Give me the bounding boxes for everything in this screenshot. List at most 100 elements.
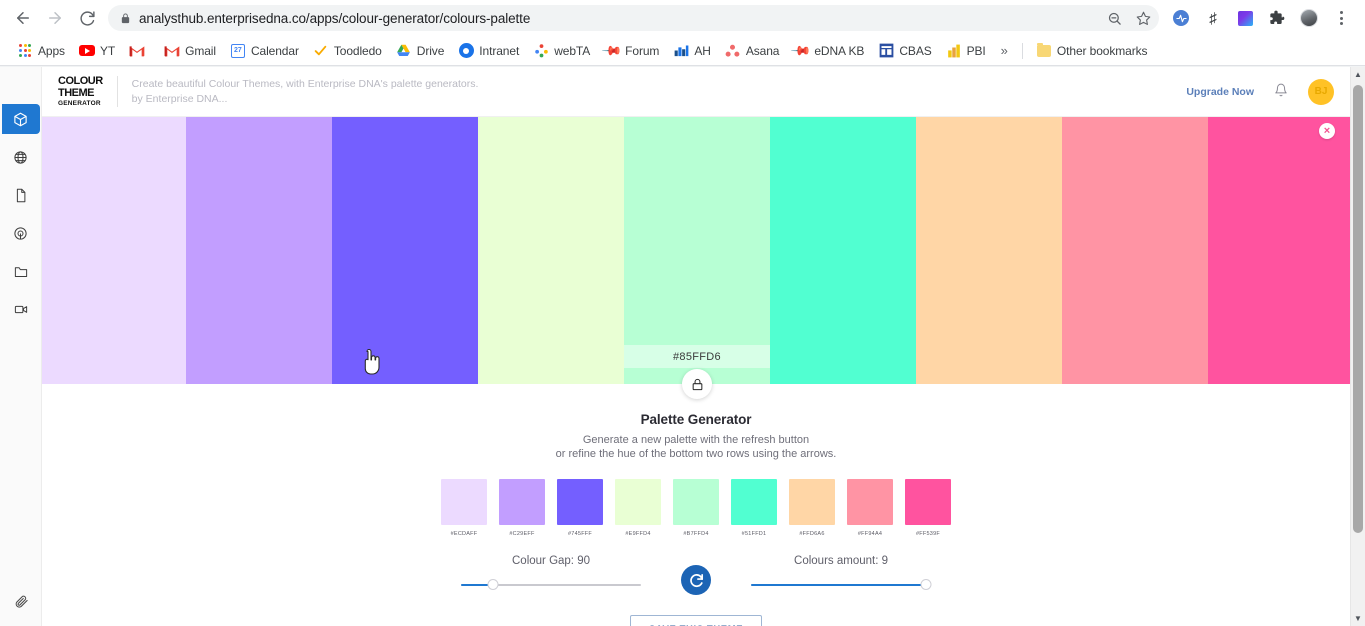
- bookmark-cbas[interactable]: CBAS: [871, 40, 938, 62]
- scroll-up-arrow[interactable]: ▲: [1351, 67, 1365, 82]
- bookmark-apps[interactable]: Apps: [10, 40, 72, 62]
- palette-band[interactable]: [478, 117, 624, 384]
- colour-gap-control: Colour Gap: 90: [451, 555, 651, 593]
- bookmark-gmail-1[interactable]: [122, 40, 157, 62]
- pin-icon: 📌: [790, 39, 813, 62]
- swatch-hex-label: #FFD6A6: [799, 531, 825, 538]
- colours-amount-slider[interactable]: [741, 577, 941, 593]
- logo-line-3: GENERATOR: [58, 99, 101, 107]
- puzzle-icon[interactable]: [1263, 4, 1291, 32]
- bookmark-label: eDNA KB: [814, 43, 865, 58]
- swatch[interactable]: #FF539F: [905, 479, 951, 537]
- swatch-chip[interactable]: [905, 479, 951, 526]
- palette-band[interactable]: [186, 117, 332, 384]
- palette-band[interactable]: [332, 117, 478, 384]
- avatar[interactable]: BJ: [1308, 78, 1334, 105]
- swatch-chip[interactable]: [847, 479, 893, 526]
- back-arrow-icon: [17, 12, 29, 24]
- slider-knob[interactable]: [920, 579, 932, 591]
- close-icon[interactable]: ×: [1319, 123, 1335, 139]
- other-bookmarks-button[interactable]: Other bookmarks: [1029, 40, 1155, 62]
- bookmark-pbi[interactable]: PBI: [939, 40, 993, 62]
- sidebar-attachment-button[interactable]: [0, 593, 42, 608]
- swatch-chip[interactable]: [731, 479, 777, 526]
- scrollbar-thumb[interactable]: [1353, 85, 1363, 533]
- back-button[interactable]: [8, 3, 38, 33]
- swatch[interactable]: #C29EFF: [499, 479, 545, 537]
- swatch-chip[interactable]: [673, 479, 719, 526]
- upgrade-now-button[interactable]: Upgrade Now: [1186, 86, 1254, 98]
- star-icon[interactable]: [1136, 11, 1151, 26]
- refresh-button[interactable]: [681, 565, 711, 596]
- palette-band[interactable]: ×: [1208, 117, 1350, 384]
- generator-controls: Colour Gap: 90 Colours amount: 9: [42, 555, 1350, 596]
- scroll-down-arrow[interactable]: ▼: [1351, 611, 1365, 626]
- swatch-chip[interactable]: [615, 479, 661, 526]
- globe-icon: [14, 150, 27, 164]
- sidebar-item-video[interactable]: [3, 294, 39, 324]
- sidebar-item-folder[interactable]: [3, 256, 39, 286]
- address-bar[interactable]: analysthub.enterprisedna.co/apps/colour-…: [108, 5, 1159, 31]
- forward-button[interactable]: [40, 3, 70, 33]
- sidebar-item-globe[interactable]: [3, 142, 39, 172]
- palette-band[interactable]: [1062, 117, 1208, 384]
- app-logo[interactable]: COLOUR THEME GENERATOR: [58, 75, 118, 108]
- bookmark-asana[interactable]: Asana: [718, 40, 787, 62]
- generator-subtitle-line-2: or refine the hue of the bottom two rows…: [555, 448, 837, 461]
- profile-avatar-icon[interactable]: [1295, 4, 1323, 32]
- bookmark-drive[interactable]: Drive: [389, 40, 452, 62]
- extension-blue-icon[interactable]: [1167, 4, 1195, 32]
- drive-icon: [396, 43, 412, 59]
- bookmark-toodledo[interactable]: Toodledo: [306, 40, 389, 62]
- swatch-chip[interactable]: [789, 479, 835, 526]
- swatch-row: #ECDAFF #C29EFF #745FFF #E9FFD4 #B7FFD4 …: [42, 479, 1350, 537]
- tagline-line-1: Create beautiful Colour Themes, with Ent…: [131, 78, 479, 91]
- swatch-chip[interactable]: [441, 479, 487, 526]
- bookmark-label: CBAS: [899, 43, 932, 58]
- colour-gap-label: Colour Gap: 90: [512, 555, 590, 568]
- bookmark-ah[interactable]: AH: [666, 40, 717, 62]
- reload-button[interactable]: [72, 3, 102, 33]
- palette-band[interactable]: [916, 117, 1062, 384]
- zoom-out-icon[interactable]: [1107, 11, 1122, 26]
- lock-button[interactable]: [682, 369, 712, 399]
- swatch[interactable]: #745FFF: [557, 479, 603, 537]
- sidebar-item-target[interactable]: [3, 218, 39, 248]
- swatch[interactable]: #51FFD1: [731, 479, 777, 537]
- bookmarks-overflow-button[interactable]: »: [993, 43, 1016, 58]
- kebab-menu-icon[interactable]: [1327, 4, 1355, 32]
- sidebar-item-document[interactable]: [3, 180, 39, 210]
- page-scrollbar[interactable]: ▲ ▼: [1350, 67, 1365, 626]
- gmail-icon: [129, 43, 145, 59]
- bookmark-gmail-2[interactable]: Gmail: [157, 40, 223, 62]
- extension-gradient-icon[interactable]: [1231, 4, 1259, 32]
- swatch[interactable]: #B7FFD4: [673, 479, 719, 537]
- palette-band-hovered[interactable]: #85FFD6: [624, 117, 770, 399]
- palette-band[interactable]: [42, 117, 186, 384]
- swatch[interactable]: #E9FFD4: [615, 479, 661, 537]
- bookmark-edna-kb[interactable]: 📌 eDNA KB: [786, 39, 871, 62]
- address-bar-url: analysthub.enterprisedna.co/apps/colour-…: [139, 10, 531, 26]
- palette-band[interactable]: [770, 117, 916, 384]
- palette-generator-panel: Palette Generator Generate a new palette…: [42, 384, 1350, 626]
- bookmark-forum[interactable]: 📌 Forum: [597, 39, 666, 61]
- swatch[interactable]: #FF94A4: [847, 479, 893, 537]
- bookmark-yt[interactable]: YT: [72, 40, 122, 62]
- checkmark-icon: [313, 43, 329, 59]
- sidebar-item-cube[interactable]: [1, 104, 40, 134]
- swatch-chip[interactable]: [499, 479, 545, 526]
- page-viewport: COLOUR THEME GENERATOR Create beautiful …: [0, 67, 1365, 626]
- bookmark-intranet[interactable]: Intranet: [451, 40, 526, 62]
- bookmark-label: Forum: [625, 43, 660, 58]
- app-header: COLOUR THEME GENERATOR Create beautiful …: [42, 67, 1350, 117]
- swatch-chip[interactable]: [557, 479, 603, 526]
- save-theme-button[interactable]: SAVE THIS THEME: [629, 615, 763, 626]
- swatch[interactable]: #FFD6A6: [789, 479, 835, 537]
- extension-flame-icon[interactable]: ♯: [1199, 4, 1227, 32]
- colour-gap-slider[interactable]: [451, 577, 651, 593]
- slider-knob[interactable]: [487, 579, 499, 591]
- bookmark-calendar[interactable]: 27 Calendar: [223, 40, 306, 62]
- bookmark-webta[interactable]: webTA: [526, 40, 597, 62]
- bell-icon[interactable]: [1274, 83, 1288, 100]
- swatch[interactable]: #ECDAFF: [441, 479, 487, 537]
